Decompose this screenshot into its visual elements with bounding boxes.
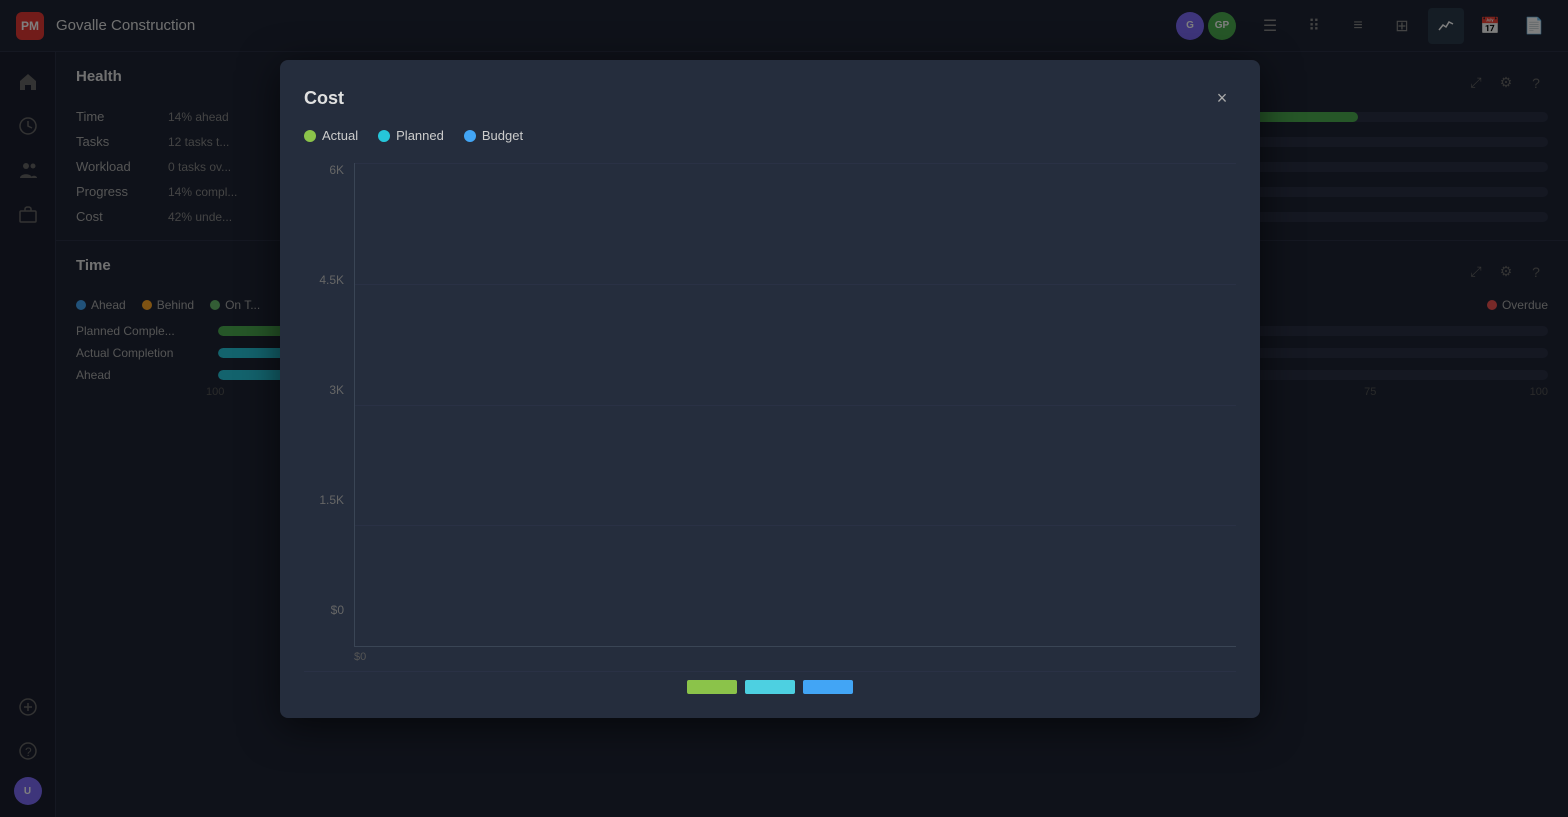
legend-text-actual: Actual (322, 128, 358, 143)
thumb-actual (687, 680, 737, 694)
legend-actual: Actual (304, 128, 358, 143)
y-label-15k: 1.5K (319, 493, 344, 507)
legend-text-budget: Budget (482, 128, 523, 143)
chart-area: 6K 4.5K 3K 1.5K $0 (304, 163, 1236, 663)
bars-container (355, 163, 1236, 646)
modal-header: Cost × (304, 84, 1236, 112)
thumb-planned (745, 680, 795, 694)
legend-text-planned: Planned (396, 128, 444, 143)
y-label-0: $0 (331, 603, 344, 617)
y-label-3k: 3K (329, 383, 344, 397)
y-label-45k: 4.5K (319, 273, 344, 287)
legend-circle-planned (378, 130, 390, 142)
y-label-6k: 6K (329, 163, 344, 177)
legend-budget: Budget (464, 128, 523, 143)
modal-close-button[interactable]: × (1208, 84, 1236, 112)
thumb-budget (803, 680, 853, 694)
modal-bottom-thumbs (304, 671, 1236, 694)
y-axis: 6K 4.5K 3K 1.5K $0 (304, 163, 354, 647)
chart-plot (354, 163, 1236, 647)
legend-planned: Planned (378, 128, 444, 143)
legend-circle-budget (464, 130, 476, 142)
x-axis-labels: $0 (304, 647, 1236, 663)
chart-body: 6K 4.5K 3K 1.5K $0 (304, 163, 1236, 647)
x-label-0: $0 (354, 651, 366, 663)
cost-modal: Cost × Actual Planned Budget 6K 4.5K 3K … (280, 60, 1260, 718)
chart-legend: Actual Planned Budget (304, 128, 1236, 143)
modal-title: Cost (304, 88, 344, 109)
legend-circle-actual (304, 130, 316, 142)
